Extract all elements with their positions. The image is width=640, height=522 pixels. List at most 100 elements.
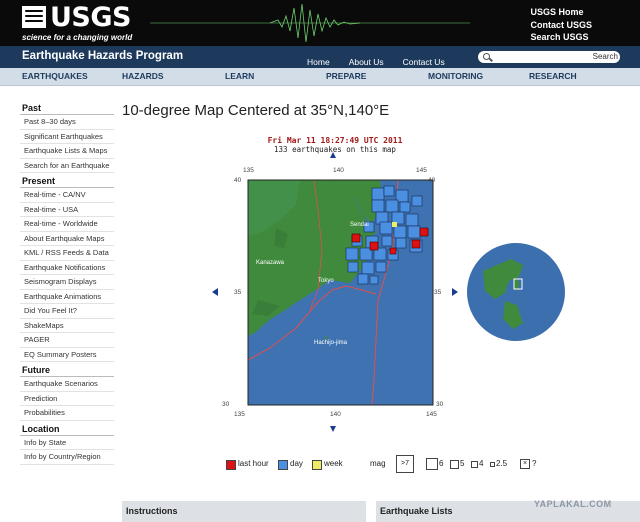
sidebar-item-pager[interactable]: PAGER	[20, 333, 114, 348]
sidebar-item-probabilities[interactable]: Probabilities	[20, 406, 114, 421]
sidebar-item-summary-posters[interactable]: EQ Summary Posters	[20, 348, 114, 362]
tick-left-35: 35	[234, 289, 242, 296]
tick-top-140: 140	[333, 167, 344, 174]
nav-hazards[interactable]: HAZARDS	[122, 71, 164, 81]
about-us-link[interactable]: About Us	[349, 57, 384, 67]
sidebar-item-search-earthquake[interactable]: Search for an Earthquake	[20, 159, 114, 173]
tick-top-135: 135	[243, 167, 254, 174]
earthquake-marker-day[interactable]	[371, 187, 385, 201]
usgs-home-link[interactable]: USGS Home	[530, 6, 592, 19]
earthquake-marker-last-hour[interactable]	[419, 227, 429, 237]
map-legend: last hour day week mag >7 6 5 4 2.5 × ?	[226, 455, 556, 473]
sidebar-item-past-8-30-days[interactable]: Past 8–30 days	[20, 115, 114, 130]
sidebar-item-significant-earthquakes[interactable]: Significant Earthquakes	[20, 130, 114, 144]
legend-last-hour: last hour	[238, 459, 269, 468]
contact-usgs-link[interactable]: Contact USGS	[530, 19, 592, 32]
sidebar-item-realtime-ca-nv[interactable]: Real-time - CA/NV	[20, 188, 114, 203]
earthquake-marker-day[interactable]	[371, 199, 385, 213]
sidebar-item-about-maps[interactable]: About Earthquake Maps	[20, 232, 114, 246]
sidebar-item-info-by-state[interactable]: Info by State	[20, 436, 114, 450]
sidebar-item-notifications[interactable]: Earthquake Notifications	[20, 261, 114, 275]
sidebar-item-scenarios[interactable]: Earthquake Scenarios	[20, 377, 114, 392]
search-button[interactable]: Search	[593, 51, 618, 63]
earthquake-marker-day[interactable]	[379, 221, 393, 235]
earthquake-marker-last-hour[interactable]	[411, 239, 421, 249]
sidebar-item-did-you-feel-it[interactable]: Did You Feel It?	[20, 304, 114, 319]
sidebar: Past Past 8–30 days Significant Earthqua…	[20, 100, 114, 465]
search-input[interactable]: Search	[478, 51, 620, 63]
pan-north-arrow-icon[interactable]	[330, 152, 336, 158]
earthquake-marker-day[interactable]	[407, 225, 421, 239]
sidebar-item-realtime-usa[interactable]: Real-time - USA	[20, 203, 114, 217]
usgs-wave-icon	[22, 6, 46, 28]
sidebar-section-future: Future	[20, 364, 114, 377]
sidebar-item-kml-rss[interactable]: KML / RSS Feeds & Data	[20, 246, 114, 261]
sidebar-item-shakemaps[interactable]: ShakeMaps	[20, 319, 114, 333]
logo-text: USGS	[50, 2, 131, 33]
program-title[interactable]: Earthquake Hazards Program	[22, 50, 183, 62]
label-kanazawa: Kanazawa	[256, 260, 285, 266]
sidebar-item-prediction[interactable]: Prediction	[20, 392, 114, 406]
usgs-top-links: USGS Home Contact USGS Search USGS	[530, 6, 592, 44]
legend-mag-unknown: ?	[532, 459, 537, 468]
earthquake-marker-last-hour[interactable]	[369, 241, 379, 251]
legend-mag-2-5: 2.5	[496, 459, 508, 468]
earthquake-marker-day[interactable]	[375, 261, 387, 273]
earthquake-marker-day[interactable]	[361, 261, 375, 275]
tick-bottom-140: 140	[330, 411, 341, 418]
tick-left-30: 30	[222, 401, 230, 408]
instructions-panel[interactable]: Instructions	[122, 501, 366, 522]
nav-learn[interactable]: LEARN	[225, 71, 254, 81]
locator-globe[interactable]	[465, 241, 567, 343]
tick-right-40: 40	[428, 177, 436, 184]
legend-mag-5: 5	[460, 459, 465, 468]
earthquake-marker-day[interactable]	[381, 235, 393, 247]
nav-research[interactable]: RESEARCH	[529, 71, 577, 81]
search-usgs-link[interactable]: Search USGS	[530, 31, 592, 44]
instructions-heading: Instructions	[126, 506, 178, 516]
sidebar-section-location: Location	[20, 423, 114, 436]
earthquake-marker-day[interactable]	[405, 213, 419, 227]
earthquake-lists-heading: Earthquake Lists	[380, 506, 453, 516]
nav-earthquakes[interactable]: EARTHQUAKES	[22, 71, 88, 81]
earthquake-marker-last-hour[interactable]	[389, 247, 397, 255]
earthquake-marker-day[interactable]	[395, 237, 407, 249]
sidebar-item-earthquake-lists-maps[interactable]: Earthquake Lists & Maps	[20, 144, 114, 159]
contact-us-link[interactable]: Contact Us	[403, 57, 445, 67]
home-link[interactable]: Home	[307, 57, 330, 67]
page-title: 10-degree Map Centered at 35°N,140°E	[122, 102, 390, 119]
map-date: Fri Mar 11 18:27:49 UTC 2011	[267, 136, 403, 145]
earthquake-marker-day[interactable]	[345, 247, 359, 261]
earthquake-marker-day[interactable]	[385, 199, 399, 213]
earthquake-marker-day[interactable]	[369, 275, 379, 285]
sidebar-section-present: Present	[20, 175, 114, 188]
sidebar-item-realtime-worldwide[interactable]: Real-time - Worldwide	[20, 217, 114, 232]
label-sendai: Sendai	[350, 222, 369, 228]
week-swatch	[312, 460, 322, 470]
earthquake-marker-day[interactable]	[399, 201, 411, 213]
sidebar-item-info-by-country[interactable]: Info by Country/Region	[20, 450, 114, 465]
tick-right-35: 35	[434, 289, 442, 296]
tick-left-40: 40	[234, 177, 242, 184]
earthquake-marker-day[interactable]	[383, 185, 395, 197]
pan-west-arrow-icon[interactable]	[212, 288, 218, 296]
earthquake-map[interactable]: Sendai Kanazawa Tokyo Hachijo-jima 135 1…	[210, 150, 460, 435]
pan-south-arrow-icon[interactable]	[330, 426, 336, 432]
sidebar-item-seismogram[interactable]: Seismogram Displays	[20, 275, 114, 290]
earthquake-marker-day[interactable]	[357, 273, 369, 285]
earthquake-marker-day[interactable]	[347, 261, 359, 273]
main-nav: EARTHQUAKES HAZARDS LEARN PREPARE MONITO…	[0, 68, 640, 86]
legend-mag-6: 6	[439, 459, 444, 468]
earthquake-marker-day[interactable]	[393, 225, 407, 239]
search-icon	[483, 53, 490, 60]
usgs-header: USGS science for a changing world USGS H…	[0, 0, 640, 46]
nav-prepare[interactable]: PREPARE	[326, 71, 366, 81]
nav-monitoring[interactable]: MONITORING	[428, 71, 483, 81]
sidebar-item-animations[interactable]: Earthquake Animations	[20, 290, 114, 304]
day-swatch	[278, 460, 288, 470]
earthquake-marker-day[interactable]	[411, 195, 423, 207]
logo-tagline: science for a changing world	[22, 33, 133, 42]
earthquake-marker-last-hour[interactable]	[351, 233, 361, 243]
pan-east-arrow-icon[interactable]	[452, 288, 458, 296]
earthquake-marker-week[interactable]	[392, 222, 397, 227]
